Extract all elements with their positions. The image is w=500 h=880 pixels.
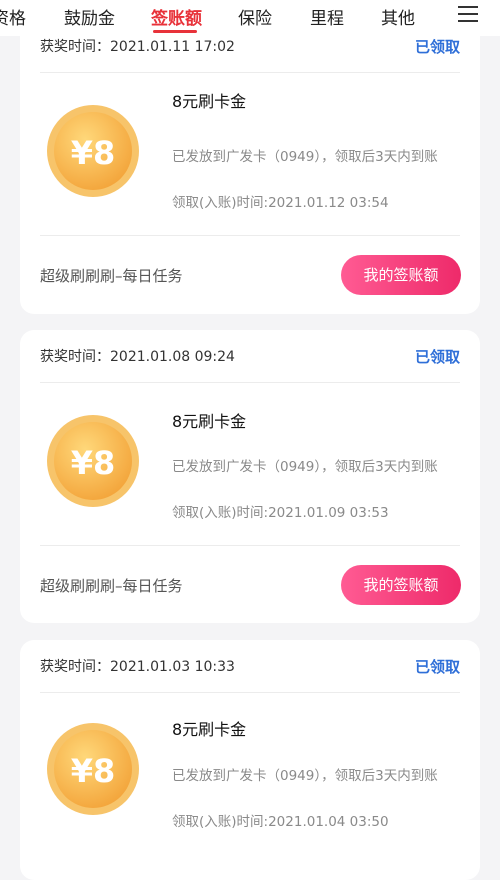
reward-card: 获奖时间：2021.01.11 17:02 已领取 ¥8 8元刷卡金 已发放到广… bbox=[20, 0, 480, 314]
reward-description: 已发放到广发卡（0949），领取后3天内到账 bbox=[172, 768, 438, 784]
tab-qualification[interactable]: 资格 bbox=[0, 4, 26, 29]
divider bbox=[40, 545, 460, 546]
tab-spending[interactable]: 签账额 bbox=[151, 4, 202, 29]
coin-icon: ¥8 bbox=[46, 104, 140, 198]
received-time: 领取(入账)时间:2021.01.12 03:54 bbox=[172, 195, 389, 211]
reward-title: 8元刷卡金 bbox=[172, 720, 247, 739]
tab-incentive[interactable]: 鼓励金 bbox=[64, 4, 115, 29]
tab-other[interactable]: 其他 bbox=[381, 4, 415, 29]
menu-icon[interactable] bbox=[458, 6, 478, 22]
task-label: 超级刷刷刷–每日任务 bbox=[40, 577, 183, 595]
status-badge: 已领取 bbox=[414, 38, 460, 56]
status-badge: 已领取 bbox=[414, 348, 460, 366]
reward-description: 已发放到广发卡（0949），领取后3天内到账 bbox=[172, 459, 438, 475]
received-time: 领取(入账)时间:2021.01.09 03:53 bbox=[172, 505, 389, 521]
divider bbox=[40, 692, 460, 693]
status-badge: 已领取 bbox=[414, 658, 460, 676]
divider bbox=[40, 382, 460, 383]
task-label: 超级刷刷刷–每日任务 bbox=[40, 267, 183, 285]
award-time: 获奖时间：2021.01.11 17:02 bbox=[40, 39, 235, 55]
award-time: 获奖时间：2021.01.08 09:24 bbox=[40, 349, 235, 365]
tab-bar: 资格 鼓励金 签账额 保险 里程 其他 bbox=[0, 0, 500, 36]
award-time: 获奖时间：2021.01.03 10:33 bbox=[40, 659, 235, 675]
svg-text:¥8: ¥8 bbox=[71, 444, 116, 482]
tab-mileage[interactable]: 里程 bbox=[310, 4, 344, 29]
my-spending-button[interactable]: 我的签账额 bbox=[341, 565, 461, 605]
coin-icon: ¥8 bbox=[46, 414, 140, 508]
tab-insurance[interactable]: 保险 bbox=[238, 4, 272, 29]
reward-card: 获奖时间：2021.01.03 10:33 已领取 ¥8 8元刷卡金 已发放到广… bbox=[20, 640, 480, 880]
active-tab-indicator bbox=[153, 30, 197, 33]
reward-card: 获奖时间：2021.01.08 09:24 已领取 ¥8 8元刷卡金 已发放到广… bbox=[20, 330, 480, 623]
reward-title: 8元刷卡金 bbox=[172, 412, 247, 431]
my-spending-button[interactable]: 我的签账额 bbox=[341, 255, 461, 295]
coin-icon: ¥8 bbox=[46, 722, 140, 816]
reward-description: 已发放到广发卡（0949），领取后3天内到账 bbox=[172, 149, 438, 165]
svg-text:¥8: ¥8 bbox=[71, 752, 116, 790]
reward-title: 8元刷卡金 bbox=[172, 92, 247, 111]
divider bbox=[40, 235, 460, 236]
svg-text:¥8: ¥8 bbox=[71, 134, 116, 172]
divider bbox=[40, 72, 460, 73]
received-time: 领取(入账)时间:2021.01.04 03:50 bbox=[172, 814, 389, 830]
